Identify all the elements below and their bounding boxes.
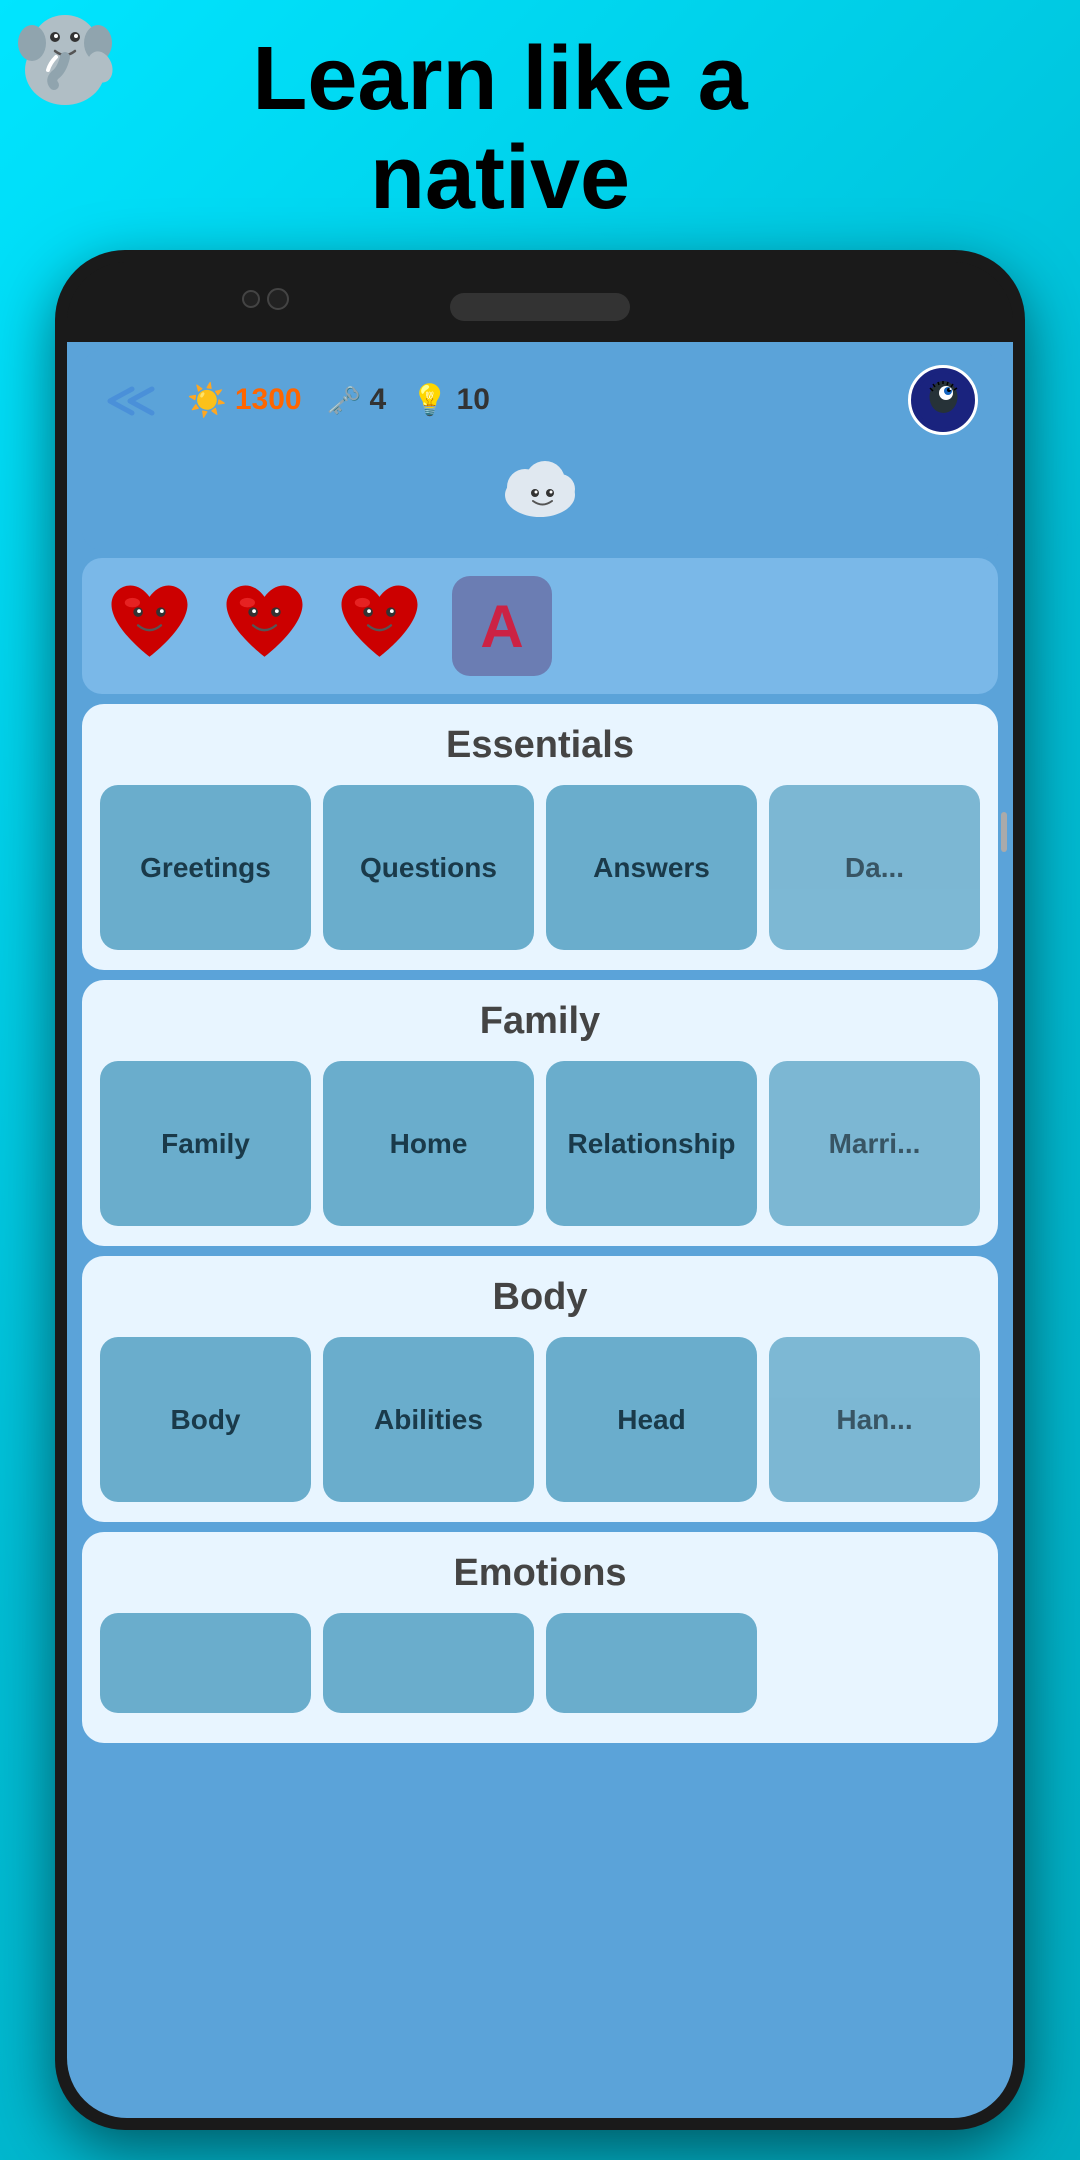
category-emotion-3[interactable]: [546, 1613, 757, 1713]
stats-section: ☀️ 1300 🗝️ 4 💡 10: [82, 350, 998, 550]
bulbs-stat: 💡 10: [411, 383, 490, 418]
category-body[interactable]: Body: [100, 1337, 311, 1502]
phone-frame: ☀️ 1300 🗝️ 4 💡 10: [55, 250, 1025, 2130]
emotions-section: Emotions: [82, 1532, 998, 1743]
emotions-title: Emotions: [100, 1552, 980, 1595]
essentials-section: Essentials Greetings Questions Answers D…: [82, 704, 998, 970]
heart-1: [102, 576, 197, 676]
phone-inner: ☀️ 1300 🗝️ 4 💡 10: [67, 262, 1013, 2118]
category-emotion-1[interactable]: [100, 1613, 311, 1713]
sun-icon: ☀️: [187, 381, 227, 419]
tagline-line1: Learn like a: [252, 29, 747, 129]
back-button[interactable]: [102, 381, 162, 419]
sun-score-value: 1300: [235, 383, 302, 417]
camera-right: [267, 288, 289, 310]
category-home[interactable]: Home: [323, 1061, 534, 1226]
family-grid: Family Home Relationship Marri...: [100, 1061, 980, 1226]
category-questions[interactable]: Questions: [323, 785, 534, 950]
cloud-mascot-area: [102, 435, 978, 545]
body-title: Body: [100, 1276, 980, 1319]
heart-3: [332, 576, 427, 676]
family-title: Family: [100, 1000, 980, 1043]
bulb-icon: 💡: [411, 383, 448, 418]
category-hands[interactable]: Han...: [769, 1337, 980, 1502]
tagline-line2: native: [370, 128, 630, 228]
notch-pill: [450, 293, 630, 321]
scroll-indicator: [1001, 812, 1007, 852]
category-head[interactable]: Head: [546, 1337, 757, 1502]
category-greetings[interactable]: Greetings: [100, 785, 311, 950]
keys-stat: 🗝️ 4: [327, 383, 387, 417]
category-relationship[interactable]: Relationship: [546, 1061, 757, 1226]
screen-content: ☀️ 1300 🗝️ 4 💡 10: [67, 342, 1013, 2118]
category-marriage[interactable]: Marri...: [769, 1061, 980, 1226]
stats-row: ☀️ 1300 🗝️ 4 💡 10: [102, 365, 978, 435]
bulbs-value: 10: [457, 383, 490, 417]
notch-bar: [67, 262, 1013, 342]
keys-value: 4: [369, 383, 386, 417]
profile-avatar[interactable]: [908, 365, 978, 435]
tagline: Learn like a native: [0, 30, 1080, 228]
camera-left: [242, 290, 260, 308]
category-emotion-2[interactable]: [323, 1613, 534, 1713]
body-grid: Body Abilities Head Han...: [100, 1337, 980, 1502]
key-icon: 🗝️: [327, 384, 362, 417]
sun-score: ☀️ 1300: [187, 381, 302, 419]
body-section: Body Body Abilities Head Han...: [82, 1256, 998, 1522]
category-family[interactable]: Family: [100, 1061, 311, 1226]
lives-row: A: [82, 558, 998, 694]
category-answers[interactable]: Answers: [546, 785, 757, 950]
emotions-grid: [100, 1613, 980, 1713]
essentials-grid: Greetings Questions Answers Da...: [100, 785, 980, 950]
essentials-title: Essentials: [100, 724, 980, 767]
category-abilities[interactable]: Abilities: [323, 1337, 534, 1502]
letter-badge[interactable]: A: [452, 576, 552, 676]
category-days[interactable]: Da...: [769, 785, 980, 950]
family-section: Family Family Home Relationship Marri...: [82, 980, 998, 1246]
heart-2: [217, 576, 312, 676]
